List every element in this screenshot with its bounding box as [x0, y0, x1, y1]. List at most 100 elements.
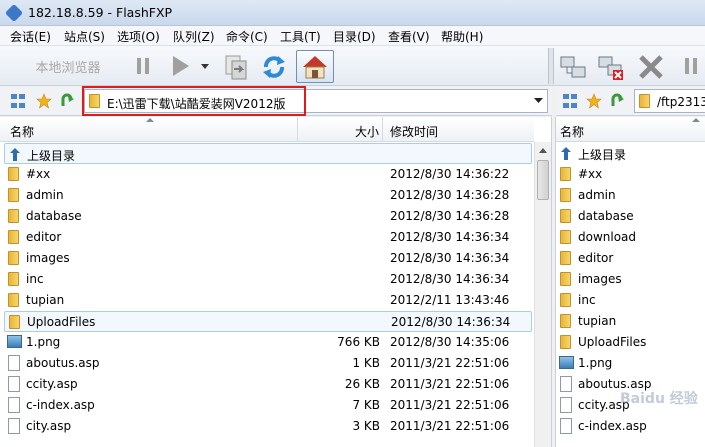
- abort-button[interactable]: [636, 52, 666, 82]
- star-icon[interactable]: [36, 93, 52, 109]
- table-row[interactable]: editor 2012/8/30 14:36:34: [4, 227, 532, 248]
- menu-session[interactable]: 会话(E): [10, 28, 51, 45]
- table-row[interactable]: UploadFiles 2012/8/30 14:36:34: [4, 311, 532, 332]
- table-row[interactable]: images: [556, 269, 705, 290]
- column-name[interactable]: 名称: [10, 123, 34, 140]
- connect-icon: [560, 56, 586, 78]
- table-row[interactable]: database 2012/8/30 14:36:28: [4, 206, 532, 227]
- transfer-queue-button[interactable]: [168, 54, 194, 78]
- table-row[interactable]: database: [556, 206, 705, 227]
- file-size: 7 KB: [352, 398, 380, 412]
- connect-button[interactable]: [558, 52, 588, 82]
- table-row[interactable]: 1.png: [556, 353, 705, 374]
- table-row[interactable]: aboutus.asp 1 KB 2011/3/21 22:51:06: [4, 353, 532, 374]
- table-row[interactable]: 1.png 766 KB 2012/8/30 14:35:06: [4, 332, 532, 353]
- table-row[interactable]: inc 2012/8/30 14:36:34: [4, 269, 532, 290]
- column-name[interactable]: 名称: [560, 123, 584, 140]
- file-icon: [560, 376, 572, 392]
- go-up-icon[interactable]: [610, 93, 626, 109]
- star-icon[interactable]: [586, 93, 602, 109]
- table-row[interactable]: admin 2012/8/30 14:36:28: [4, 185, 532, 206]
- file-modified: 2012/2/11 13:43:46: [390, 293, 510, 307]
- menu-tools[interactable]: 工具(T): [280, 28, 321, 45]
- local-browser-button[interactable]: 本地浏览器: [12, 52, 124, 80]
- local-file-list: 名称 大小 修改时间 上级目录 #xx 2012/8/30 14:36:22 adm…: [0, 117, 552, 447]
- file-name: database: [26, 209, 82, 223]
- go-up-icon[interactable]: [60, 93, 76, 109]
- file-icon: [8, 418, 20, 434]
- folder-icon: [8, 167, 19, 181]
- file-modified: 2012/8/30 14:36:28: [390, 209, 510, 223]
- folder-icon: [560, 314, 571, 328]
- remote-list-header: 名称: [556, 117, 705, 142]
- remote-path-combobox[interactable]: /ftp2313: [634, 89, 705, 113]
- sort-ascending-icon: [146, 118, 154, 122]
- table-row[interactable]: UploadFiles: [556, 332, 705, 353]
- table-row[interactable]: download: [556, 227, 705, 248]
- menu-queue[interactable]: 队列(Z): [173, 28, 215, 45]
- table-row[interactable]: c-index.asp: [556, 416, 705, 437]
- transfer-files-button[interactable]: [220, 52, 252, 82]
- remote-path-text: /ftp2313: [657, 95, 705, 109]
- home-icon: [303, 55, 327, 78]
- network-icon[interactable]: [10, 93, 26, 109]
- pause-icon: [137, 58, 141, 74]
- menu-help[interactable]: 帮助(H): [441, 28, 483, 45]
- table-row[interactable]: city.asp 3 KB 2011/3/21 22:51:06: [4, 416, 532, 437]
- table-row[interactable]: admin: [556, 185, 705, 206]
- image-file-icon: [7, 335, 22, 348]
- table-row[interactable]: #xx 2012/8/30 14:36:22: [4, 164, 532, 185]
- file-name: ccity.asp: [26, 377, 78, 391]
- pause-icon: [685, 58, 689, 74]
- file-name: database: [578, 209, 634, 223]
- menu-view[interactable]: 查看(V): [388, 28, 430, 45]
- menu-sites[interactable]: 站点(S): [64, 28, 105, 45]
- play-icon: [173, 56, 189, 76]
- parent-directory-row[interactable]: 上级目录: [556, 143, 705, 164]
- table-row[interactable]: editor: [556, 248, 705, 269]
- parent-directory-row[interactable]: 上级目录: [4, 143, 532, 164]
- file-modified: 2011/3/21 22:51:06: [390, 398, 510, 412]
- file-modified: 2012/8/30 14:36:34: [390, 251, 510, 265]
- home-button[interactable]: [296, 50, 334, 83]
- file-name: c-index.asp: [26, 398, 95, 412]
- table-row[interactable]: inc: [556, 290, 705, 311]
- local-scrollbar[interactable]: [534, 142, 551, 447]
- column-size[interactable]: 大小: [355, 123, 379, 140]
- file-icon: [8, 397, 20, 413]
- transfer-dropdown-button[interactable]: [199, 58, 211, 74]
- menu-directory[interactable]: 目录(D): [333, 28, 376, 45]
- disconnect-icon: [598, 56, 623, 80]
- file-size: 1 KB: [352, 356, 380, 370]
- folder-icon: [560, 335, 571, 349]
- menu-bar: 会话(E) 站点(S) 选项(O) 队列(Z) 命令(C) 工具(T) 目录(D…: [0, 26, 705, 46]
- file-name: admin: [578, 188, 616, 202]
- scroll-thumb[interactable]: [537, 160, 549, 200]
- file-name: c-index.asp: [578, 419, 647, 433]
- folder-icon: [8, 251, 19, 265]
- table-row[interactable]: images 2012/8/30 14:36:34: [4, 248, 532, 269]
- file-name: editor: [578, 251, 614, 265]
- file-modified: 2012/8/30 14:36:28: [390, 188, 510, 202]
- table-row[interactable]: tupian 2012/2/11 13:43:46: [4, 290, 532, 311]
- menu-commands[interactable]: 命令(C): [226, 28, 268, 45]
- chevron-down-icon[interactable]: [534, 98, 543, 104]
- refresh-icon: [263, 56, 285, 78]
- sort-ascending-icon: [692, 118, 700, 122]
- column-modified[interactable]: 修改时间: [390, 123, 438, 140]
- table-row[interactable]: tupian: [556, 311, 705, 332]
- scroll-up-icon[interactable]: [539, 148, 547, 153]
- file-name: download: [578, 230, 637, 244]
- file-icon: [8, 355, 20, 371]
- table-row[interactable]: c-index.asp 7 KB 2011/3/21 22:51:06: [4, 395, 532, 416]
- table-row[interactable]: ccity.asp 26 KB 2011/3/21 22:51:06: [4, 374, 532, 395]
- refresh-button[interactable]: [258, 52, 290, 82]
- table-row[interactable]: #xx: [556, 164, 705, 185]
- flashfxp-logo-icon: [4, 3, 24, 23]
- remote-pause-button[interactable]: [678, 54, 704, 78]
- pause-button[interactable]: [130, 54, 156, 78]
- menu-options[interactable]: 选项(O): [117, 28, 160, 45]
- disconnect-button[interactable]: [596, 52, 626, 82]
- network-icon[interactable]: [562, 93, 578, 109]
- folder-icon: [9, 315, 20, 329]
